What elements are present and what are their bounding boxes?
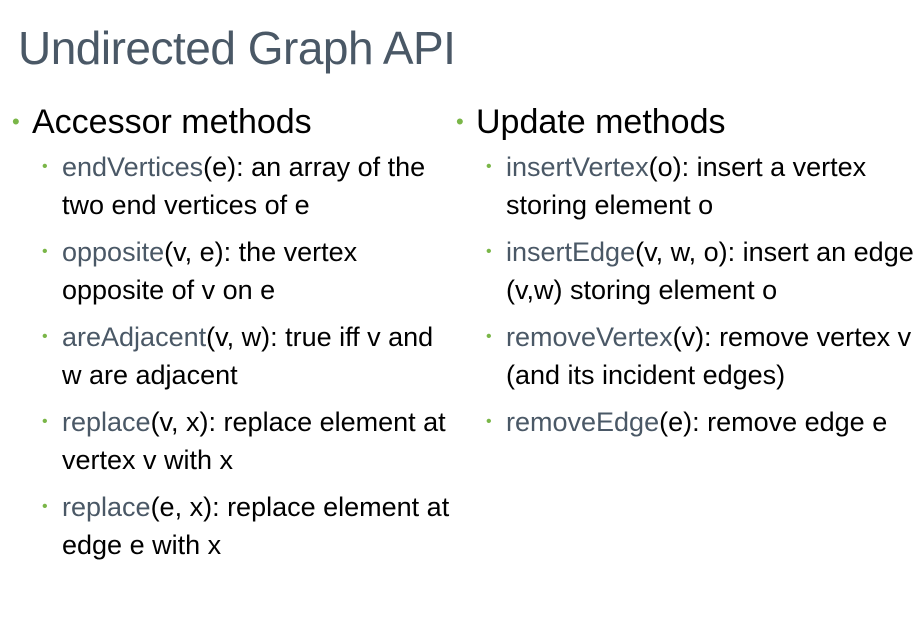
heading-label: Update methods — [476, 103, 726, 141]
list-item: • insertVertex(o): insert a vertex storin… — [456, 148, 914, 224]
list-item: • opposite(v, e): the vertex opposite of … — [12, 233, 452, 309]
bullet-dot-icon: • — [42, 498, 48, 515]
accessor-methods-heading: • Accessor methods — [12, 100, 452, 144]
heading-label: Accessor methods — [32, 103, 312, 141]
page-title: Undirected Graph API — [18, 22, 456, 74]
update-methods-column: • Update methods • insertVertex(o): inser… — [456, 100, 914, 450]
bullet-dot-icon: • — [486, 243, 492, 260]
bullet-dot-icon: • — [42, 158, 48, 175]
bullet-dot-icon: • — [42, 413, 48, 430]
bullet-dot-icon: • — [42, 328, 48, 345]
update-methods-list: • insertVertex(o): insert a vertex storin… — [456, 148, 914, 441]
list-item: • areAdjacent(v, w): true iff v and w are… — [12, 318, 452, 394]
update-methods-heading: • Update methods — [456, 100, 914, 144]
bullet-dot-icon: • — [486, 158, 492, 175]
method-name: opposite — [62, 237, 165, 267]
accessor-methods-column: • Accessor methods • endVertices(e): an a… — [12, 100, 452, 573]
method-name: areAdjacent — [62, 322, 207, 352]
bullet-dot-icon: • — [486, 328, 492, 345]
list-item: • replace(e, x): replace element at edge … — [12, 488, 452, 564]
bullet-dot-icon: • — [12, 109, 20, 134]
method-description: (e): remove edge e — [659, 407, 888, 437]
method-name: insertEdge — [506, 237, 636, 267]
list-item: • endVertices(e): an array of the two end… — [12, 148, 452, 224]
list-item: • replace(v, x): replace element at verte… — [12, 403, 452, 479]
bullet-dot-icon: • — [456, 109, 464, 134]
method-name: removeVertex — [506, 322, 673, 352]
list-item: • removeEdge(e): remove edge e — [456, 403, 914, 441]
method-name: removeEdge — [506, 407, 660, 437]
method-name: insertVertex — [506, 152, 649, 182]
accessor-methods-list: • endVertices(e): an array of the two end… — [12, 148, 452, 564]
method-name: replace — [62, 492, 151, 522]
list-item: • insertEdge(v, w, o): insert an edge (v,… — [456, 233, 914, 309]
list-item: • removeVertex(v): remove vertex v (and i… — [456, 318, 914, 394]
method-name: endVertices — [62, 152, 204, 182]
method-name: replace — [62, 407, 151, 437]
bullet-dot-icon: • — [486, 413, 492, 430]
bullet-dot-icon: • — [42, 243, 48, 260]
